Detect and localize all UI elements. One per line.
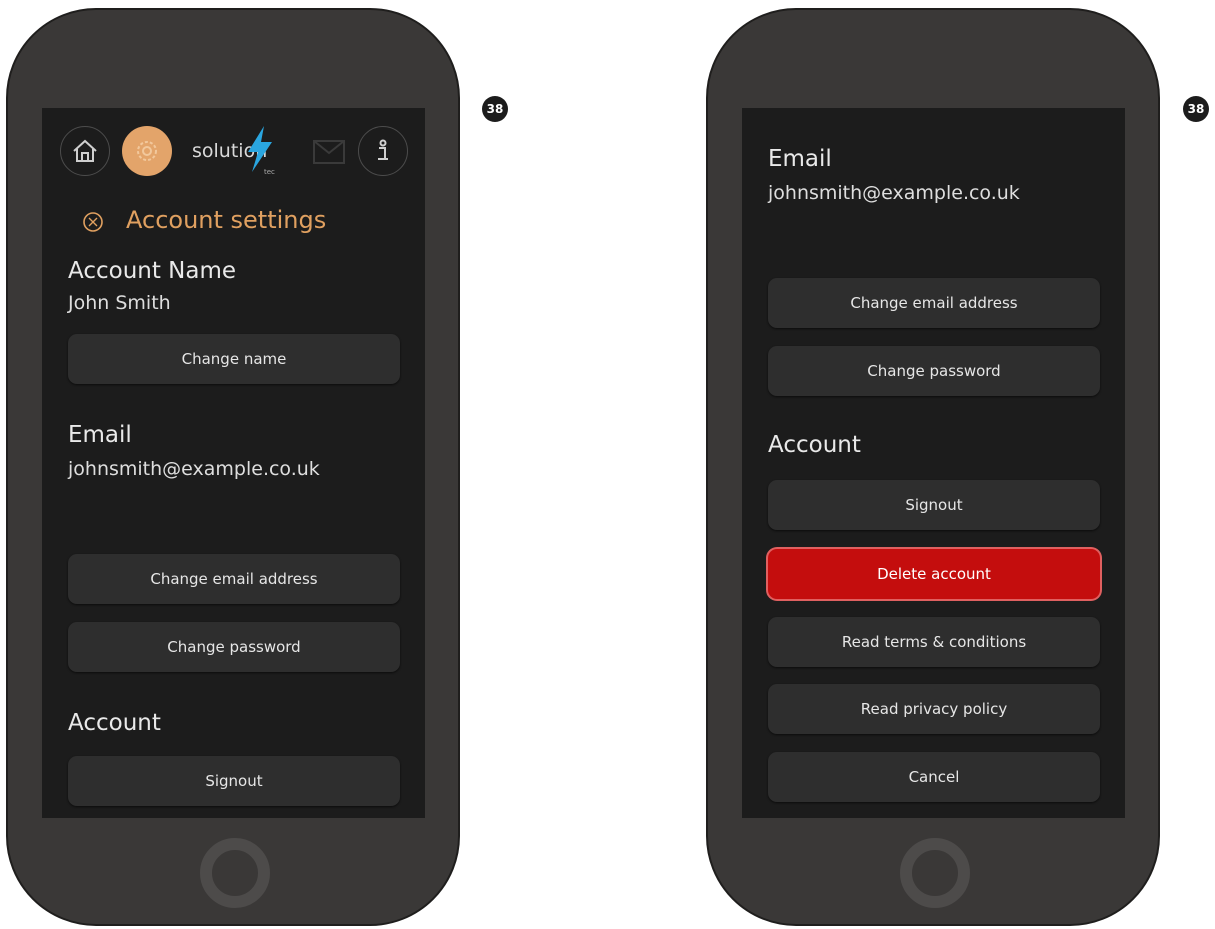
- page-number-badge: 38: [482, 96, 508, 122]
- page-number-badge: 38: [1183, 96, 1209, 122]
- logo: solution tec: [192, 126, 292, 178]
- mail-icon-glyph: [313, 140, 345, 164]
- mail-icon[interactable]: [312, 138, 346, 166]
- change-password-button[interactable]: Change password: [68, 622, 400, 672]
- home-hardware-button[interactable]: [200, 838, 270, 908]
- home-hardware-button[interactable]: [900, 838, 970, 908]
- signout-button[interactable]: Signout: [68, 756, 400, 806]
- email-label: Email: [68, 422, 132, 448]
- screen-left: solution tec Account settings Account Na…: [42, 108, 425, 818]
- page-title: Account settings: [126, 206, 327, 234]
- change-password-button[interactable]: Change password: [768, 346, 1100, 396]
- user-circle-icon: [83, 212, 103, 232]
- settings-gear-icon[interactable]: [122, 126, 172, 176]
- account-section-label: Account: [68, 710, 161, 736]
- screen-right: Email johnsmith@example.co.uk Change ema…: [742, 108, 1125, 818]
- cancel-button[interactable]: Cancel: [768, 752, 1100, 802]
- home-icon-glyph: [73, 139, 97, 162]
- change-name-button[interactable]: Change name: [68, 334, 400, 384]
- signout-button[interactable]: Signout: [768, 480, 1100, 530]
- change-email-button[interactable]: Change email address: [768, 278, 1100, 328]
- account-circle-icon: [82, 211, 104, 233]
- delete-account-button[interactable]: Delete account: [768, 549, 1100, 599]
- privacy-policy-button[interactable]: Read privacy policy: [768, 684, 1100, 734]
- account-section-label: Account: [768, 432, 861, 458]
- terms-conditions-button[interactable]: Read terms & conditions: [768, 617, 1100, 667]
- phone-frame-right: Email johnsmith@example.co.uk Change ema…: [706, 8, 1160, 926]
- email-label: Email: [768, 146, 832, 172]
- change-email-button[interactable]: Change email address: [68, 554, 400, 604]
- gear-icon: [137, 141, 157, 161]
- logo-subtext: tec: [264, 168, 275, 176]
- account-name-value: John Smith: [68, 292, 171, 314]
- email-value: johnsmith@example.co.uk: [768, 182, 1020, 204]
- info-icon[interactable]: [358, 126, 408, 176]
- info-icon-glyph: [378, 139, 388, 160]
- email-value: johnsmith@example.co.uk: [68, 458, 320, 480]
- home-icon[interactable]: [60, 126, 110, 176]
- account-name-label: Account Name: [68, 258, 237, 284]
- phone-frame-left: solution tec Account settings Account Na…: [6, 8, 460, 926]
- lightning-bolt-icon: [248, 126, 272, 172]
